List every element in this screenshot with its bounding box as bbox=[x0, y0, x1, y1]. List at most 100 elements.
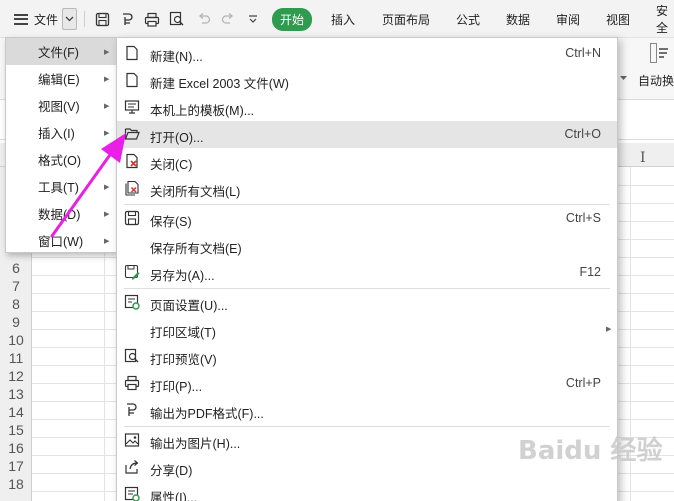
tab-page-layout[interactable]: 页面布局 bbox=[382, 11, 430, 28]
quick-access-toolbar: 文件 开始 插入 页面布局 公式 数据 审阅 视图 安全 bbox=[0, 0, 674, 38]
print-preview-icon bbox=[124, 348, 139, 363]
menu-item-window[interactable]: 窗口(W) ▶ bbox=[6, 227, 116, 254]
menu-item-page-setup[interactable]: 页面设置(U)... bbox=[117, 289, 617, 316]
row-number[interactable]: 14 bbox=[0, 403, 32, 421]
menu-item-label: 页面设置(U)... bbox=[150, 299, 228, 313]
menu-item-local-templates[interactable]: 本机上的模板(M)... bbox=[117, 94, 617, 121]
main-menu: 文件(F) ▶ 编辑(E) ▶ 视图(V) ▶ 插入(I) ▶ 格式(O) 工具… bbox=[5, 37, 117, 253]
row-number[interactable]: 10 bbox=[0, 331, 32, 349]
file-menu-label: 文件 bbox=[34, 12, 59, 27]
menu-item-new[interactable]: 新建(N)... Ctrl+N bbox=[117, 40, 617, 67]
save-icon bbox=[124, 210, 140, 226]
menu-item-save-all[interactable]: 保存所有文档(E) bbox=[117, 232, 617, 259]
menu-item-view[interactable]: 视图(V) ▶ bbox=[6, 92, 116, 119]
submenu-arrow-icon: ▶ bbox=[104, 237, 110, 245]
menu-item-new-excel2003[interactable]: 新建 Excel 2003 文件(W) bbox=[117, 67, 617, 94]
menu-item-open[interactable]: 打开(O)... Ctrl+O bbox=[117, 121, 617, 148]
menu-item-label: 窗口(W) bbox=[38, 235, 84, 249]
menu-item-label: 输出为图片(H)... bbox=[150, 437, 241, 451]
menu-item-format[interactable]: 格式(O) bbox=[6, 146, 116, 173]
menu-item-label: 分享(D) bbox=[150, 464, 193, 478]
menu-item-print-area[interactable]: 打印区域(T) ▶ bbox=[117, 316, 617, 343]
page-setup-icon bbox=[124, 294, 140, 310]
tab-data[interactable]: 数据 bbox=[506, 11, 530, 28]
row-number[interactable]: 18 bbox=[0, 475, 32, 493]
menu-item-edit[interactable]: 编辑(E) ▶ bbox=[6, 65, 116, 92]
monitor-icon bbox=[124, 100, 140, 114]
shortcut-label: Ctrl+P bbox=[565, 376, 601, 390]
share-icon bbox=[125, 460, 139, 474]
menu-item-label: 打印预览(V) bbox=[150, 353, 217, 367]
menu-item-label: 插入(I) bbox=[38, 127, 75, 141]
menu-item-print[interactable]: 打印(P)... Ctrl+P bbox=[117, 370, 617, 397]
file-dropdown-button[interactable] bbox=[62, 8, 77, 30]
menu-item-label: 打印区域(T) bbox=[150, 326, 216, 340]
print-preview-icon[interactable] bbox=[168, 10, 186, 28]
menu-item-label: 新建(N)... bbox=[150, 50, 203, 64]
undo-icon[interactable] bbox=[195, 10, 213, 28]
hamburger-icon bbox=[14, 13, 28, 25]
menu-item-label: 保存所有文档(E) bbox=[150, 242, 242, 256]
menu-item-properties[interactable]: 属性(I)... bbox=[117, 481, 617, 501]
row-number[interactable]: 11 bbox=[0, 349, 32, 367]
row-number[interactable]: 17 bbox=[0, 457, 32, 475]
baidu-watermark-logo: Baidu 经验 bbox=[518, 436, 663, 466]
menu-item-save-as[interactable]: 另存为(A)... F12 bbox=[117, 259, 617, 286]
menu-item-tools[interactable]: 工具(T) ▶ bbox=[6, 173, 116, 200]
tab-view[interactable]: 视图 bbox=[606, 11, 630, 28]
submenu-arrow-icon: ▶ bbox=[104, 129, 110, 137]
customize-dropdown-icon[interactable] bbox=[244, 10, 262, 28]
share-link-icon[interactable] bbox=[118, 10, 136, 28]
print-icon[interactable] bbox=[143, 10, 161, 28]
row-number[interactable]: 12 bbox=[0, 367, 32, 385]
menu-item-label: 打开(O)... bbox=[150, 131, 204, 145]
menu-item-export-pdf[interactable]: 输出为PDF格式(F)... bbox=[117, 397, 617, 424]
blank-doc-icon bbox=[126, 45, 138, 61]
submenu-arrow-icon: ▶ bbox=[104, 210, 110, 218]
tab-formulas[interactable]: 公式 bbox=[456, 11, 480, 28]
save-as-icon bbox=[124, 264, 140, 280]
menu-item-close[interactable]: 关闭(C) bbox=[117, 148, 617, 175]
tab-insert[interactable]: 插入 bbox=[331, 11, 355, 28]
redo-icon[interactable] bbox=[219, 10, 237, 28]
menu-item-label: 属性(I)... bbox=[150, 491, 198, 501]
row-number[interactable]: 7 bbox=[0, 277, 32, 295]
submenu-arrow-icon: ▶ bbox=[104, 75, 110, 83]
row-number[interactable]: 9 bbox=[0, 313, 32, 331]
menu-item-insert[interactable]: 插入(I) ▶ bbox=[6, 119, 116, 146]
save-icon[interactable] bbox=[93, 10, 111, 28]
menu-item-label: 打印(P)... bbox=[150, 380, 203, 394]
menu-item-close-all[interactable]: 关闭所有文档(L) bbox=[117, 175, 617, 202]
shortcut-label: Ctrl+N bbox=[565, 46, 601, 60]
menu-item-file[interactable]: 文件(F) ▶ bbox=[6, 38, 116, 65]
tab-review[interactable]: 审阅 bbox=[556, 11, 580, 28]
row-number[interactable]: 8 bbox=[0, 295, 32, 313]
menu-item-data[interactable]: 数据(D) ▶ bbox=[6, 200, 116, 227]
tab-security[interactable]: 安全 bbox=[656, 2, 674, 36]
chevron-down-icon[interactable] bbox=[620, 76, 627, 81]
close-all-icon bbox=[125, 180, 139, 196]
shortcut-label: Ctrl+S bbox=[565, 211, 601, 225]
menu-item-label: 保存(S) bbox=[150, 215, 192, 229]
wrap-text-icon[interactable] bbox=[650, 43, 670, 63]
menu-item-print-preview[interactable]: 打印预览(V) bbox=[117, 343, 617, 370]
row-number[interactable]: 16 bbox=[0, 439, 32, 457]
menu-item-label: 关闭(C) bbox=[150, 158, 193, 172]
main-menu-button[interactable]: 文件 bbox=[14, 0, 58, 38]
menu-item-save[interactable]: 保存(S) Ctrl+S bbox=[117, 205, 617, 232]
folder-open-icon bbox=[124, 128, 140, 140]
menu-item-label: 编辑(E) bbox=[38, 73, 80, 87]
properties-icon bbox=[124, 486, 140, 501]
row-number[interactable]: 6 bbox=[0, 259, 32, 277]
tab-home[interactable]: 开始 bbox=[272, 7, 313, 31]
submenu-arrow-icon: ▶ bbox=[606, 326, 612, 333]
autowrap-button-label[interactable]: 自动换 bbox=[638, 72, 674, 89]
row-number[interactable]: 13 bbox=[0, 385, 32, 403]
menu-item-label: 另存为(A)... bbox=[150, 269, 215, 283]
submenu-arrow-icon: ▶ bbox=[104, 48, 110, 56]
row-number[interactable]: 15 bbox=[0, 421, 32, 439]
menu-item-label: 格式(O) bbox=[38, 154, 82, 168]
close-doc-icon bbox=[126, 153, 138, 169]
menu-item-label: 工具(T) bbox=[38, 181, 79, 195]
image-icon bbox=[124, 433, 140, 447]
